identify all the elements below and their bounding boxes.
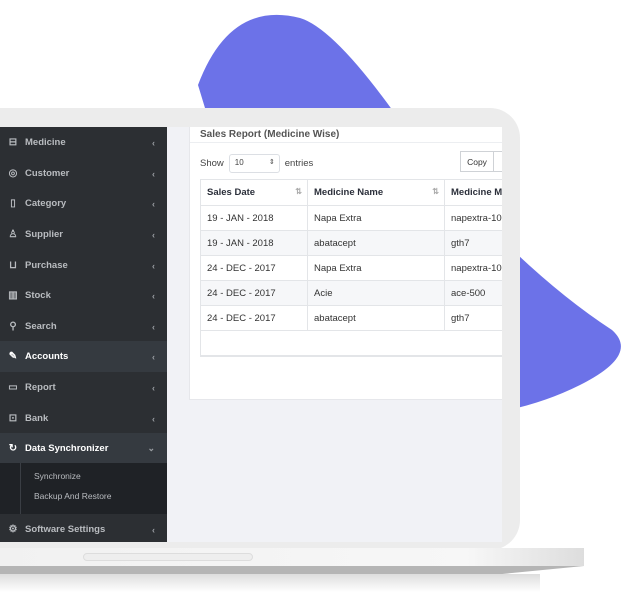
sidebar-item-label: Data Synchronizer — [25, 443, 109, 454]
sidebar-item-label: Software Settings — [25, 524, 106, 535]
table-row: 24 - DEC - 2017 Napa Extra napextra-10 — [200, 255, 502, 281]
sidebar-item-label: Category — [25, 198, 67, 209]
chevron-left-icon: ‹ — [152, 229, 155, 240]
sidebar-item-customer[interactable]: ◎ Customer ‹ — [0, 158, 167, 189]
submenu-item-synchronize[interactable]: Synchronize — [34, 471, 81, 481]
sidebar-item-supplier[interactable]: ♙ Supplier ‹ — [0, 219, 167, 250]
table-cell: napextra-10 — [444, 205, 502, 231]
chevron-left-icon: ‹ — [152, 524, 155, 535]
chevron-left-icon: ‹ — [152, 290, 155, 301]
submenu-item-backup-and-restore[interactable]: Backup And Restore — [34, 491, 112, 501]
sidebar-item-data-synchronizer[interactable]: ↻ Data Synchronizer ⌄ — [0, 433, 167, 464]
export-button[interactable] — [493, 151, 502, 172]
chevron-down-icon: ⌄ — [147, 443, 155, 453]
chevron-left-icon: ‹ — [152, 351, 155, 362]
gear-icon: ⚙ — [8, 524, 18, 535]
sidebar-item-bank[interactable]: ⊡ Bank ‹ — [0, 403, 167, 434]
sort-icon: ⇅ — [432, 187, 439, 196]
page-size-value: 10 — [234, 158, 244, 167]
sidebar-item-medicine[interactable]: ⊟ Medicine ‹ — [0, 127, 167, 158]
chevron-left-icon: ‹ — [152, 321, 155, 332]
submenu-line — [20, 463, 21, 514]
sort-icon: ⇅ — [295, 187, 302, 196]
chevron-left-icon: ‹ — [152, 260, 155, 271]
sidebar-item-label: Stock — [25, 290, 51, 301]
sidebar-item-category[interactable]: ▯ Category ‹ — [0, 188, 167, 219]
sidebar: ⊟ Medicine ‹ ◎ Customer ‹ ▯ Category ‹ ♙ Supplier ‹… — [0, 127, 167, 542]
chevron-left-icon: ‹ — [152, 382, 155, 393]
sidebar-item-purchase[interactable]: ⊔ Purchase ‹ — [0, 250, 167, 281]
tag-icon: ▯ — [10, 198, 16, 209]
table-cell: Acie — [307, 280, 445, 306]
sync-icon: ↻ — [8, 443, 18, 454]
table-cell: 24 - DEC - 2017 — [200, 305, 308, 331]
table-cell: 24 - DEC - 2017 — [200, 280, 308, 306]
page-length-control: Show 10 ⇕ entries — [200, 154, 313, 173]
table-row: 19 - JAN - 2018 abatacept gth7 — [200, 230, 502, 256]
table-cell: ace-500 — [444, 280, 502, 306]
sidebar-item-label: Medicine — [25, 137, 66, 148]
laptop-shadow — [0, 574, 540, 592]
entries-label: entries — [284, 158, 314, 169]
table-cell: Napa Extra — [307, 255, 445, 281]
copy-button[interactable]: Copy — [460, 151, 494, 172]
column-header[interactable]: Medicine M — [444, 179, 502, 206]
chevron-left-icon: ‹ — [152, 168, 155, 179]
card-title: Sales Report (Medicine Wise) — [200, 129, 340, 140]
page-size-select[interactable]: 10 ⇕ — [228, 154, 280, 173]
header-label: Medicine Name — [314, 187, 384, 198]
table-footer — [200, 330, 502, 357]
app-screen: ⊟ Medicine ‹ ◎ Customer ‹ ▯ Category ‹ ♙ Supplier ‹… — [0, 127, 502, 542]
submenu: Synchronize Backup And Restore — [0, 463, 167, 514]
show-label: Show — [200, 158, 224, 169]
sidebar-item-search[interactable]: ⚲ Search ‹ — [0, 311, 167, 342]
sidebar-item-label: Bank — [25, 413, 49, 424]
column-header[interactable]: Medicine Name ⇅ — [307, 179, 445, 206]
table-cell: gth7 — [444, 230, 502, 256]
table-row: 19 - JAN - 2018 Napa Extra napextra-10 — [200, 205, 502, 231]
table-cell: abatacept — [307, 230, 445, 256]
sidebar-item-stock[interactable]: ▥ Stock ‹ — [0, 280, 167, 311]
table-cell: abatacept — [307, 305, 445, 331]
table-cell: 24 - DEC - 2017 — [200, 255, 308, 281]
chevron-left-icon: ‹ — [152, 413, 155, 424]
sales-table: Sales Date ⇅ Medicine Name ⇅ Medicine M 19 -… — [200, 179, 502, 357]
sidebar-item-label: Report — [25, 382, 56, 393]
header-label: Medicine M — [451, 187, 502, 198]
table-row: 24 - DEC - 2017 Acie ace-500 — [200, 280, 502, 306]
column-header[interactable]: Sales Date ⇅ — [200, 179, 308, 206]
table-cell: 19 - JAN - 2018 — [200, 230, 308, 256]
laptop-base-edge — [0, 566, 584, 574]
select-arrows-icon: ⇕ — [268, 159, 275, 166]
sales-report-card: Sales Report (Medicine Wise) Show 10 ⇕ en… — [189, 127, 502, 400]
sidebar-item-label: Search — [25, 321, 57, 332]
edit-icon: ✎ — [8, 351, 18, 362]
chevron-left-icon: ‹ — [152, 198, 155, 209]
sidebar-item-label: Customer — [25, 168, 70, 179]
sidebar-item-label: Accounts — [25, 351, 69, 362]
chevron-left-icon: ‹ — [152, 137, 155, 148]
table-row: 24 - DEC - 2017 abatacept gth7 — [200, 305, 502, 331]
book-icon: ▭ — [8, 382, 18, 393]
briefcase-icon: ⊡ — [8, 413, 18, 424]
laptop-notch — [83, 553, 253, 561]
handshake-icon: ◎ — [8, 168, 18, 179]
sidebar-item-label: Purchase — [25, 260, 68, 271]
table-cell: gth7 — [444, 305, 502, 331]
user-icon: ♙ — [8, 229, 18, 240]
bar-chart-icon: ▥ — [8, 290, 18, 301]
sidebar-item-label: Supplier — [25, 229, 64, 240]
medicine-box-icon: ⊟ — [8, 137, 18, 148]
divider — [190, 142, 502, 143]
table-cell: Napa Extra — [307, 205, 445, 231]
cart-icon: ⊔ — [9, 260, 17, 271]
table-cell: 19 - JAN - 2018 — [200, 205, 308, 231]
sidebar-item-report[interactable]: ▭ Report ‹ — [0, 372, 167, 403]
sidebar-item-software-settings[interactable]: ⚙ Software Settings ‹ — [0, 514, 167, 542]
header-label: Sales Date — [207, 187, 256, 198]
sidebar-item-accounts[interactable]: ✎ Accounts ‹ — [0, 341, 167, 372]
table-cell: napextra-10 — [444, 255, 502, 281]
search-icon: ⚲ — [9, 321, 17, 332]
